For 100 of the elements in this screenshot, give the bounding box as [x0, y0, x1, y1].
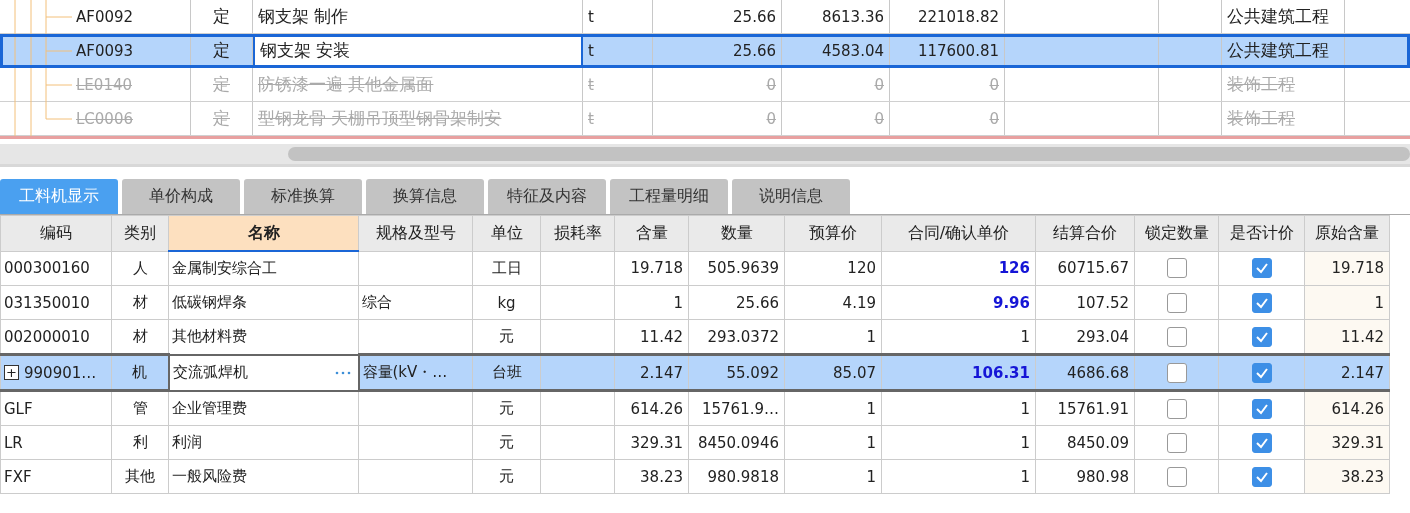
tab[interactable]: 说明信息 — [732, 179, 850, 214]
tab[interactable]: 换算信息 — [366, 179, 484, 214]
priced-checkbox[interactable] — [1251, 466, 1272, 487]
column-header[interactable]: 结算合价 — [1035, 215, 1135, 251]
resource-amount: 980.9818 — [707, 467, 779, 486]
resource-unit: 元 — [499, 467, 514, 485]
item-type: 定 — [213, 73, 230, 96]
priced-checkbox[interactable] — [1251, 258, 1272, 279]
item-code: AF0093 — [76, 41, 134, 60]
item-specialty: 公共建筑工程 — [1227, 39, 1329, 62]
item-unit-price: 4583.04 — [821, 41, 884, 60]
column-header[interactable]: 规格及型号 — [358, 215, 473, 251]
contract-price: 1 — [1020, 433, 1030, 452]
column-header[interactable]: 损耗率 — [540, 215, 615, 251]
lock-checkbox[interactable] — [1166, 362, 1187, 383]
original-content: 11.42 — [1341, 327, 1384, 346]
column-header[interactable]: 编码 — [0, 215, 112, 251]
original-content: 38.23 — [1341, 467, 1384, 486]
lock-checkbox[interactable] — [1166, 432, 1187, 453]
resource-code: 031350010 — [4, 293, 90, 312]
original-content: 19.718 — [1331, 259, 1384, 278]
item-unit-price: 8613.36 — [821, 7, 884, 26]
resource-content: 38.23 — [640, 467, 683, 486]
item-specialty: 装饰工程 — [1227, 107, 1295, 130]
item-unit: t — [588, 109, 594, 128]
column-header[interactable]: 锁定数量 — [1134, 215, 1219, 251]
contract-price: 126 — [998, 259, 1030, 278]
priced-checkbox[interactable] — [1251, 432, 1272, 453]
resource-unit: 元 — [499, 433, 514, 451]
original-content: 329.31 — [1331, 433, 1384, 452]
resource-name: 低碳钢焊条 — [172, 293, 247, 312]
column-header[interactable]: 单位 — [472, 215, 541, 251]
lock-checkbox[interactable] — [1166, 258, 1187, 279]
priced-checkbox[interactable] — [1251, 326, 1272, 347]
settled-total: 8450.09 — [1066, 433, 1129, 452]
horizontal-scrollbar[interactable] — [0, 144, 1410, 167]
priced-checkbox[interactable] — [1251, 292, 1272, 313]
resource-name: 企业管理费 — [172, 398, 247, 418]
tab[interactable]: 工程量明细 — [610, 179, 728, 214]
column-header[interactable]: 原始含量 — [1304, 215, 1390, 251]
tab[interactable]: 单价构成 — [122, 179, 240, 214]
column-header[interactable]: 数量 — [688, 215, 785, 251]
priced-checkbox[interactable] — [1251, 398, 1272, 419]
contract-price: 9.96 — [993, 293, 1030, 312]
expand-button[interactable]: + — [4, 365, 19, 380]
item-specialty: 装饰工程 — [1227, 73, 1295, 96]
resource-name: 交流弧焊机 — [172, 363, 248, 382]
original-content: 2.147 — [1341, 363, 1384, 382]
resource-category: 利 — [132, 433, 148, 451]
lock-checkbox[interactable] — [1166, 398, 1187, 419]
item-row[interactable]: AF0093 定 钢支架 安装 t 25.66 4583.04 117600.81 公共建筑工程 — [0, 34, 1410, 68]
resource-category: 材 — [132, 293, 148, 311]
tab[interactable]: 特征及内容 — [488, 179, 606, 214]
resource-content: 2.147 — [640, 363, 683, 382]
column-header[interactable]: 名称 — [168, 215, 359, 251]
settled-total: 980.98 — [1076, 467, 1129, 486]
resource-name: 一般风险费 — [172, 467, 247, 486]
contract-price: 106.31 — [972, 363, 1030, 382]
item-unit: t — [588, 7, 594, 26]
budget-price: 85.07 — [833, 363, 876, 382]
scrollbar-thumb[interactable] — [288, 147, 1410, 161]
column-header[interactable]: 类别 — [111, 215, 169, 251]
column-header[interactable]: 是否计价 — [1218, 215, 1305, 251]
item-type: 定 — [213, 39, 230, 62]
resource-content: 329.31 — [630, 433, 683, 452]
settled-total: 15761.91 — [1057, 399, 1129, 418]
resource-unit: 台班 — [491, 363, 522, 381]
item-name: 钢支架 制作 — [258, 5, 349, 28]
item-type: 定 — [213, 107, 230, 130]
item-code: AF0092 — [76, 7, 134, 26]
more-icon[interactable] — [334, 370, 351, 375]
lock-checkbox[interactable] — [1166, 292, 1187, 313]
resource-category: 人 — [132, 258, 148, 277]
item-quantity: 0 — [766, 109, 776, 128]
resource-name: 金属制安综合工 — [172, 259, 277, 278]
column-header[interactable]: 含量 — [614, 215, 689, 251]
resource-code: 002000010 — [4, 327, 90, 346]
contract-price: 1 — [1020, 399, 1030, 418]
item-name: 钢支架 安装 — [260, 39, 351, 62]
check-icon — [1254, 470, 1269, 483]
budget-price: 120 — [847, 259, 876, 278]
original-content: 1 — [1374, 293, 1384, 312]
resource-unit: 元 — [499, 327, 514, 345]
item-total: 221018.82 — [917, 7, 999, 26]
lock-checkbox[interactable] — [1166, 466, 1187, 487]
item-total: 0 — [989, 75, 999, 94]
lock-checkbox[interactable] — [1166, 326, 1187, 347]
column-header[interactable]: 合同/确认单价 — [881, 215, 1036, 251]
contract-price: 1 — [1020, 467, 1030, 486]
priced-checkbox[interactable] — [1251, 362, 1272, 383]
column-header[interactable]: 预算价 — [784, 215, 882, 251]
resource-amount: 8450.0946 — [697, 433, 779, 452]
budget-price: 1 — [866, 467, 876, 486]
check-icon — [1254, 296, 1269, 309]
item-quantity: 0 — [766, 75, 776, 94]
tab[interactable]: 标准换算 — [244, 179, 362, 214]
resource-unit: 工日 — [491, 258, 522, 277]
resource-name: 其他材料费 — [172, 327, 247, 347]
check-icon — [1254, 402, 1269, 415]
item-total: 117600.81 — [917, 41, 999, 60]
